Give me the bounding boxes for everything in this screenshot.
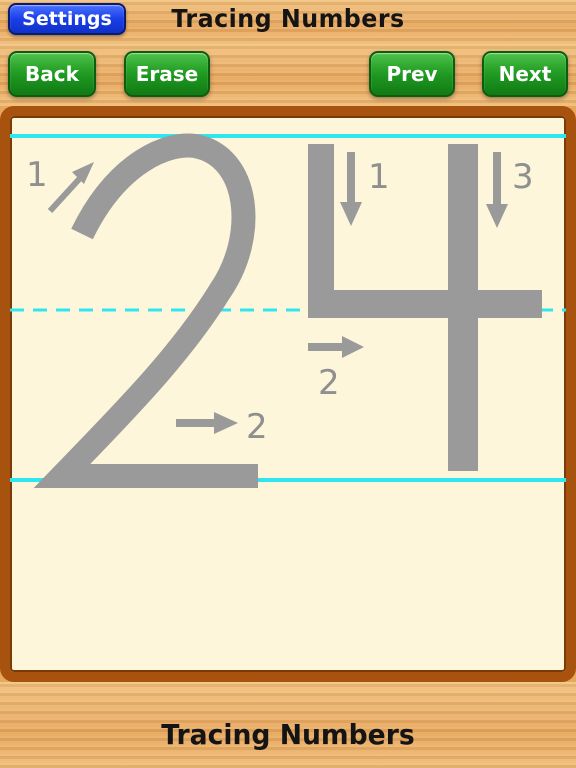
prev-button[interactable]: Prev [369, 51, 455, 97]
four-stroke-2-arrow-icon [308, 336, 364, 358]
four-stroke-3-label: 3 [512, 157, 534, 197]
back-button[interactable]: Back [8, 51, 96, 97]
page-title: Tracing Numbers [171, 4, 405, 33]
four-stroke-1-label: 1 [368, 157, 390, 197]
two-stroke-2-label: 2 [246, 407, 268, 447]
four-stroke-2-label: 2 [318, 363, 340, 403]
digit-four-glyph [308, 144, 542, 471]
footer-title: Tracing Numbers [161, 718, 415, 751]
erase-button[interactable]: Erase [124, 51, 210, 97]
two-stroke-1-label: 1 [26, 155, 48, 195]
tracing-surface[interactable]: 1 2 1 2 3 [10, 116, 566, 672]
tracing-canvas[interactable]: 1 2 1 2 3 [0, 106, 576, 682]
four-stroke-1-arrow-icon [340, 152, 362, 226]
next-button[interactable]: Next [482, 51, 568, 97]
two-stroke-2-arrow-icon [176, 412, 238, 434]
four-stroke-3-arrow-icon [486, 152, 508, 228]
